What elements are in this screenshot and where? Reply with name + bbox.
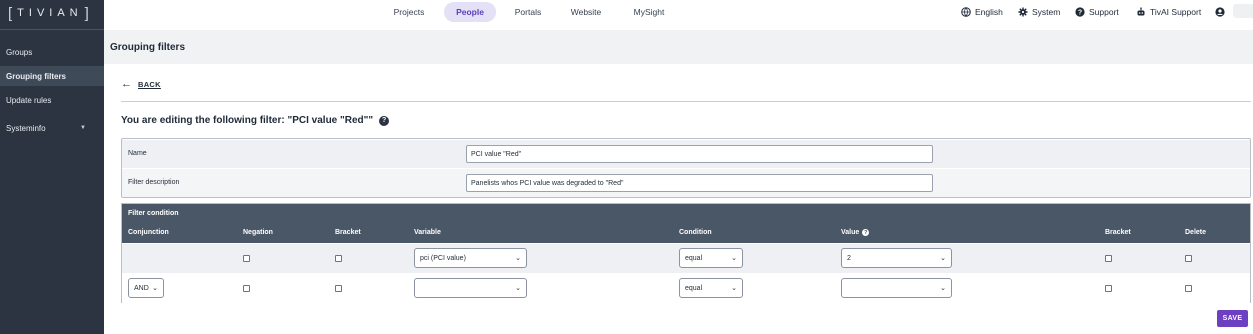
tab-website[interactable]: Website bbox=[561, 2, 611, 22]
question-icon: ? bbox=[1075, 7, 1085, 17]
back-label: BACK bbox=[138, 80, 161, 89]
bracket-open-checkbox[interactable] bbox=[335, 285, 342, 292]
table-header: Filter condition Conjunction Negation Br… bbox=[122, 204, 1250, 243]
variable-select[interactable]: ⌄ bbox=[414, 278, 527, 298]
negation-checkbox[interactable] bbox=[243, 285, 250, 292]
description-row: Filter description Panelists whos PCI va… bbox=[122, 169, 1250, 197]
chevron-down-icon: ⌄ bbox=[515, 255, 521, 262]
column-header-bracket-close: Bracket bbox=[1105, 229, 1131, 236]
bracket-close-checkbox[interactable] bbox=[1105, 285, 1112, 292]
description-input[interactable]: Panelists whos PCI value was degraded to… bbox=[466, 174, 933, 192]
gear-icon bbox=[1018, 7, 1028, 17]
negation-checkbox[interactable] bbox=[243, 255, 250, 262]
sidebar-item-groups[interactable]: Groups bbox=[0, 42, 104, 62]
page-header: Grouping filters bbox=[104, 30, 1253, 64]
divider bbox=[121, 101, 1251, 102]
filter-condition-table: Filter condition Conjunction Negation Br… bbox=[121, 203, 1251, 303]
sidebar-item-systeminfo[interactable]: Systeminfo ▼ bbox=[0, 118, 104, 138]
sidebar-item-label: Systeminfo bbox=[6, 123, 46, 133]
variable-select[interactable]: pci (PCI value) ⌄ bbox=[414, 248, 527, 268]
robot-icon bbox=[1137, 7, 1145, 16]
user-menu[interactable] bbox=[1215, 5, 1225, 19]
tab-projects[interactable]: Projects bbox=[384, 2, 434, 22]
back-link[interactable]: ← BACK bbox=[121, 79, 161, 90]
sidebar-item-update-rules[interactable]: Update rules bbox=[0, 90, 104, 110]
tab-portals[interactable]: Portals bbox=[506, 2, 550, 22]
column-header-variable: Variable bbox=[414, 229, 441, 236]
column-header-condition: Condition bbox=[679, 229, 712, 236]
help-icon[interactable]: ? bbox=[862, 229, 870, 236]
user-avatar-icon bbox=[1215, 7, 1225, 17]
bracket-open-checkbox[interactable] bbox=[335, 255, 342, 262]
user-name-field[interactable] bbox=[1233, 4, 1253, 18]
value-select[interactable]: ⌄ bbox=[841, 278, 952, 298]
sidebar: [TIVIAN] Groups Grouping filters Update … bbox=[0, 0, 104, 334]
tivai-support-label: TivAI Support bbox=[1150, 7, 1202, 17]
sidebar-item-label: Update rules bbox=[6, 95, 52, 105]
column-header-value: Value? bbox=[841, 229, 870, 236]
tivai-support-link[interactable]: TivAI Support bbox=[1136, 5, 1201, 19]
description-label: Filter description bbox=[128, 179, 180, 186]
chevron-down-icon: ⌄ bbox=[731, 285, 737, 292]
language-label: English bbox=[975, 7, 1003, 17]
table-row: pci (PCI value) ⌄ equal ⌄ 2 ⌄ bbox=[122, 244, 1250, 273]
top-navigation: Projects People Portals Website MySight … bbox=[104, 0, 1253, 26]
divider bbox=[0, 29, 104, 30]
svg-text:?: ? bbox=[1078, 10, 1082, 17]
chevron-down-icon: ⌄ bbox=[731, 255, 737, 262]
table-row: AND ⌄ ⌄ equal ⌄ ⌄ bbox=[122, 274, 1250, 303]
delete-checkbox[interactable] bbox=[1185, 255, 1192, 262]
system-menu[interactable]: System bbox=[1018, 5, 1060, 19]
chevron-down-icon: ⌄ bbox=[515, 285, 521, 292]
help-icon[interactable]: ? bbox=[379, 115, 390, 126]
globe-icon bbox=[961, 7, 971, 17]
column-header-delete: Delete bbox=[1185, 229, 1207, 236]
table-title: Filter condition bbox=[128, 210, 179, 217]
page-title: Grouping filters bbox=[110, 42, 185, 53]
support-link[interactable]: ? Support bbox=[1075, 5, 1119, 19]
editing-title: You are editing the following filter: "P… bbox=[121, 115, 390, 126]
language-selector[interactable]: English bbox=[961, 5, 1003, 19]
chevron-down-icon: ⌄ bbox=[940, 255, 946, 262]
name-input[interactable]: PCI value "Red" bbox=[466, 145, 933, 163]
column-header-negation: Negation bbox=[243, 229, 273, 236]
conjunction-select[interactable]: AND ⌄ bbox=[128, 278, 164, 298]
condition-select[interactable]: equal ⌄ bbox=[679, 248, 743, 268]
filter-info-panel: Name PCI value "Red" Filter description … bbox=[121, 138, 1251, 198]
delete-checkbox[interactable] bbox=[1185, 285, 1192, 292]
tab-people[interactable]: People bbox=[444, 2, 496, 22]
value-select[interactable]: 2 ⌄ bbox=[841, 248, 952, 268]
tab-mysight[interactable]: MySight bbox=[624, 2, 674, 22]
save-button[interactable]: SAVE bbox=[1217, 310, 1248, 327]
name-label: Name bbox=[128, 150, 147, 157]
column-header-conjunction: Conjunction bbox=[128, 229, 169, 236]
name-row: Name PCI value "Red" bbox=[122, 140, 1250, 168]
chevron-down-icon: ▼ bbox=[80, 125, 86, 131]
chevron-down-icon: ⌄ bbox=[152, 285, 158, 292]
column-header-bracket-open: Bracket bbox=[335, 229, 361, 236]
sidebar-item-grouping-filters[interactable]: Grouping filters bbox=[0, 66, 104, 86]
arrow-left-icon: ← bbox=[121, 78, 132, 90]
bracket-close-checkbox[interactable] bbox=[1105, 255, 1112, 262]
sidebar-item-label: Grouping filters bbox=[6, 71, 66, 81]
sidebar-item-label: Groups bbox=[6, 47, 33, 57]
editing-title-text: You are editing the following filter: "P… bbox=[121, 115, 374, 126]
tivian-logo[interactable]: [TIVIAN] bbox=[8, 4, 98, 22]
support-label: Support bbox=[1089, 7, 1119, 17]
condition-select[interactable]: equal ⌄ bbox=[679, 278, 743, 298]
chevron-down-icon: ⌄ bbox=[940, 285, 946, 292]
system-label: System bbox=[1032, 7, 1061, 17]
